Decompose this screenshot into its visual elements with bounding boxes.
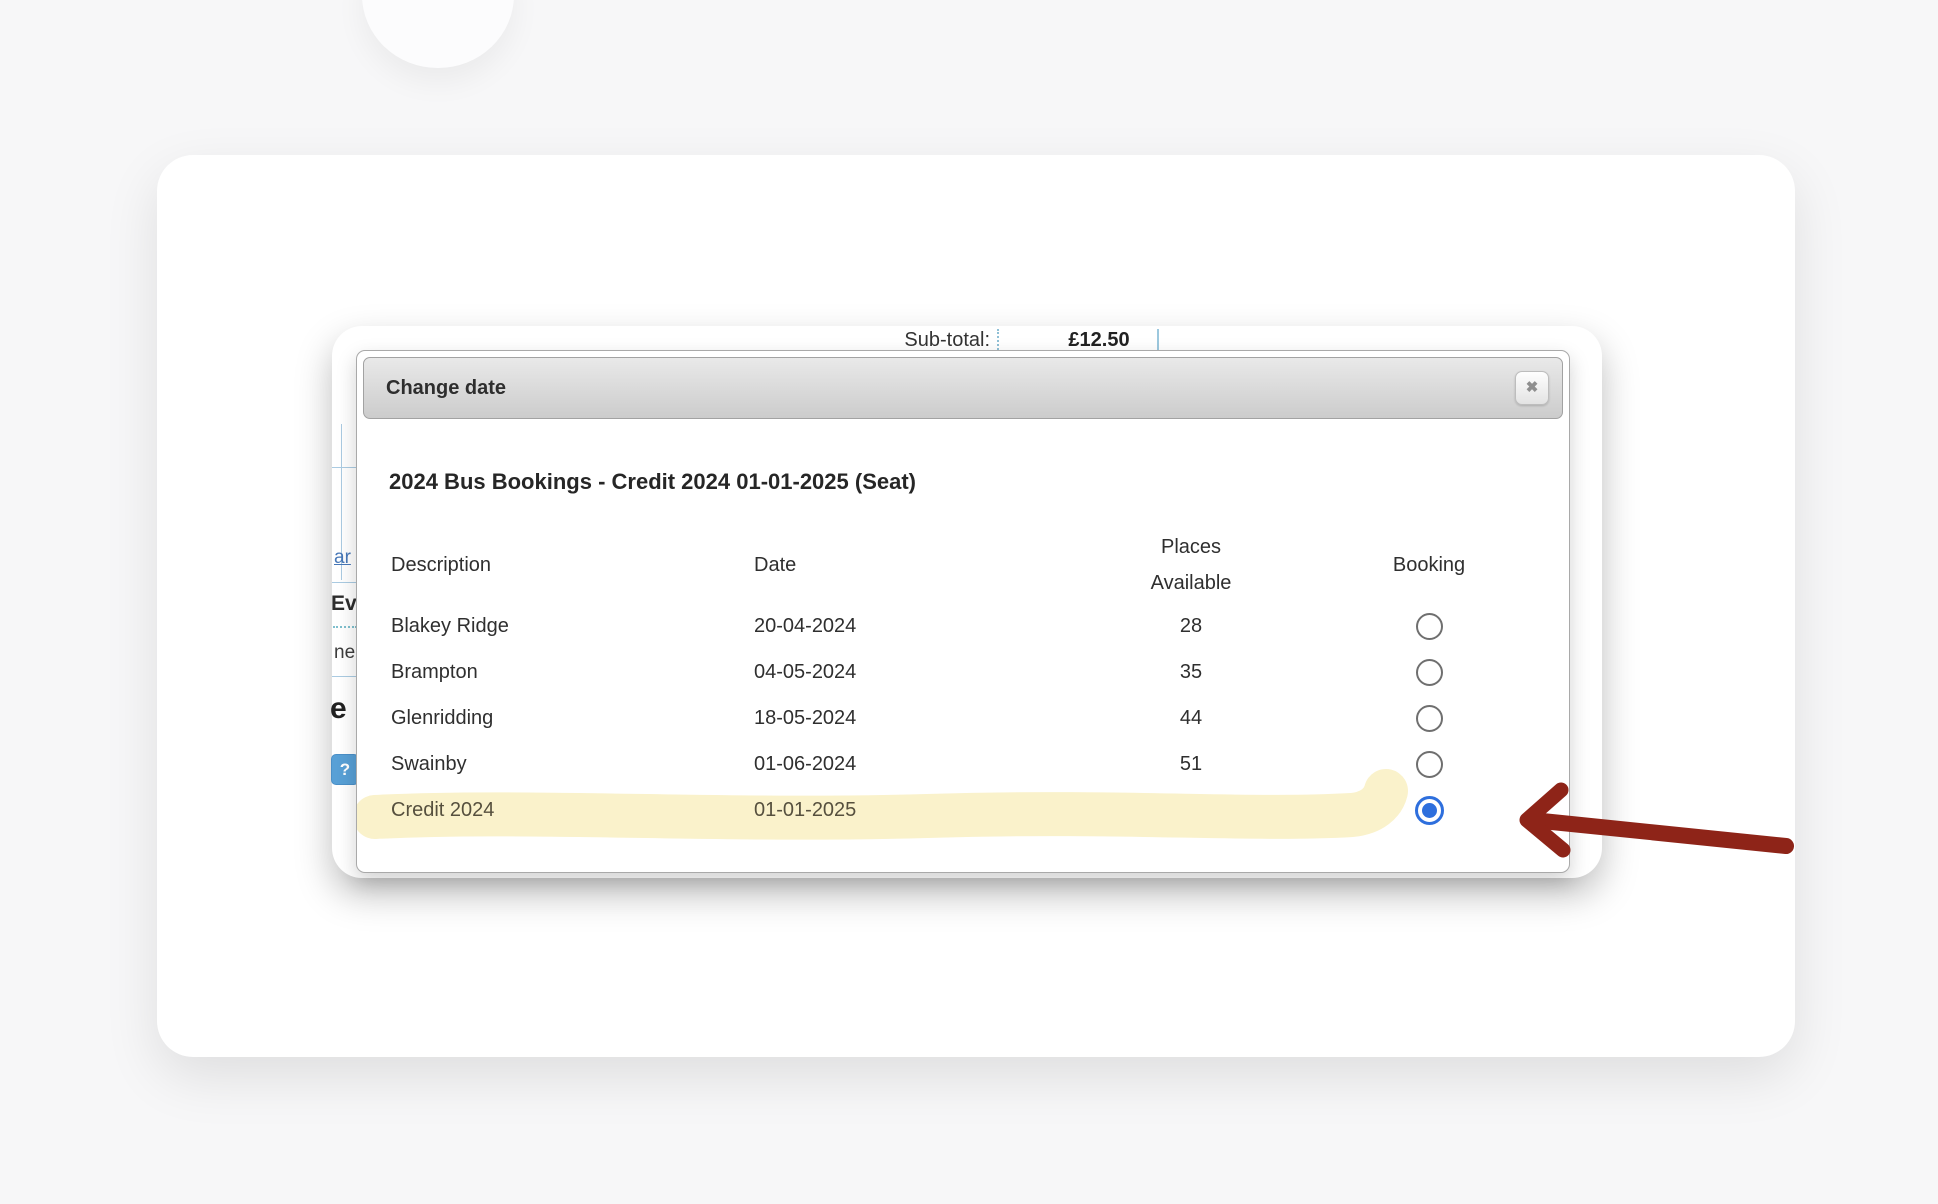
- table-border-horizontal: [332, 467, 356, 468]
- column-header-description: Description: [391, 529, 491, 601]
- column-header-date: Date: [754, 529, 796, 601]
- dialog-title: Change date: [386, 358, 506, 418]
- help-button[interactable]: ?: [331, 754, 359, 785]
- background-blob: [362, 0, 514, 68]
- places-cell: [1131, 787, 1251, 833]
- booking-radio[interactable]: [1416, 751, 1443, 778]
- table-border-horizontal: [332, 582, 358, 583]
- description-cell: Swainby: [391, 741, 467, 787]
- table-row: Blakey Ridge 20-04-2024 28: [357, 603, 1569, 649]
- table-row: Glenridding 18-05-2024 44: [357, 695, 1569, 741]
- change-date-dialog: Change date ✖ 2024 Bus Bookings - Credit…: [356, 350, 1570, 873]
- table-border-horizontal: [332, 676, 358, 677]
- table-header-row: Description Date Places Available Bookin…: [357, 529, 1569, 601]
- description-cell: Brampton: [391, 649, 478, 695]
- dialog-titlebar[interactable]: Change date ✖: [363, 357, 1563, 419]
- date-cell: 01-01-2025: [754, 787, 856, 833]
- solid-cell-divider: [1157, 329, 1159, 350]
- booking-radio[interactable]: [1416, 659, 1443, 686]
- places-cell: 28: [1131, 603, 1251, 649]
- date-cell: 18-05-2024: [754, 695, 856, 741]
- dotted-cell-divider: [997, 329, 999, 350]
- booking-radio[interactable]: [1416, 705, 1443, 732]
- subtotal-label: Sub-total:: [840, 328, 990, 352]
- dotted-underline: [333, 626, 357, 628]
- date-cell: 04-05-2024: [754, 649, 856, 695]
- partial-link-text[interactable]: ar: [334, 547, 351, 569]
- partial-text: ne: [334, 642, 355, 664]
- table-row: Credit 2024 01-01-2025: [357, 787, 1569, 833]
- booking-radio[interactable]: [1415, 796, 1444, 825]
- date-cell: 01-06-2024: [754, 741, 856, 787]
- partial-bold-text: Ev: [331, 592, 357, 616]
- description-cell: Glenridding: [391, 695, 493, 741]
- table-row: Swainby 01-06-2024 51: [357, 741, 1569, 787]
- partial-heading-text: e: [330, 692, 347, 726]
- booking-heading: 2024 Bus Bookings - Credit 2024 01-01-20…: [389, 469, 916, 495]
- subtotal-value: £12.50: [1040, 328, 1158, 352]
- places-cell: 44: [1131, 695, 1251, 741]
- places-cell: 51: [1131, 741, 1251, 787]
- table-row: Brampton 04-05-2024 35: [357, 649, 1569, 695]
- description-cell: Blakey Ridge: [391, 603, 509, 649]
- column-header-booking: Booking: [1369, 529, 1489, 601]
- booking-table-body: Blakey Ridge 20-04-2024 28 Brampton 04-0…: [357, 603, 1569, 833]
- close-button[interactable]: ✖: [1515, 371, 1549, 405]
- date-cell: 20-04-2024: [754, 603, 856, 649]
- booking-radio[interactable]: [1416, 613, 1443, 640]
- description-cell: Credit 2024: [391, 787, 494, 833]
- column-header-places-available: Places Available: [1131, 529, 1251, 601]
- places-cell: 35: [1131, 649, 1251, 695]
